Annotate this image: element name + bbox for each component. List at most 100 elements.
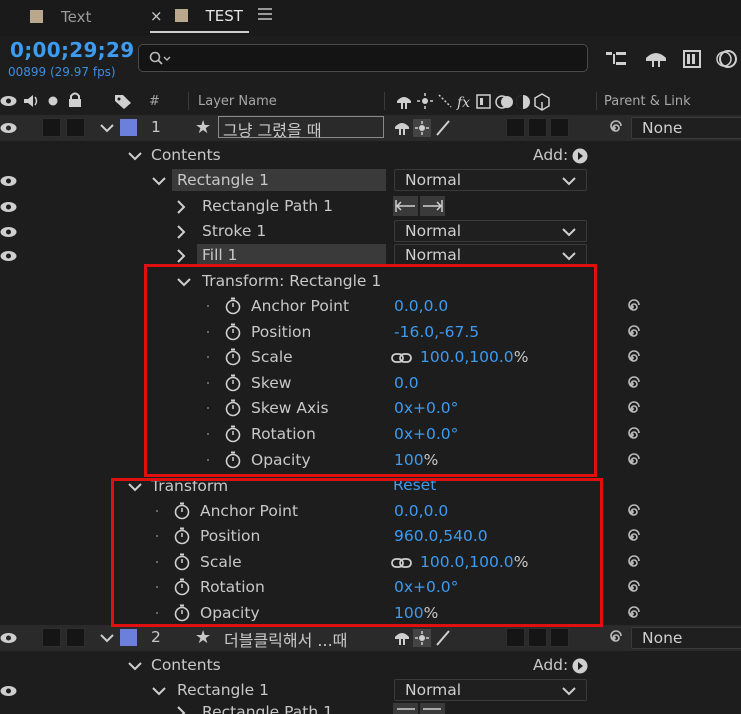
property-value[interactable]: 0.0 xyxy=(394,374,419,392)
timecode-display[interactable]: 0;00;29;29 xyxy=(10,38,134,62)
lock-switch[interactable] xyxy=(66,628,85,647)
solo-switch[interactable] xyxy=(42,118,61,137)
property-row[interactable]: Anchor Point 0.0,0.0 xyxy=(0,499,741,524)
expression-pick-whip-icon[interactable] xyxy=(623,324,641,342)
col-layer-name[interactable]: Layer Name xyxy=(198,94,277,109)
stopwatch-icon[interactable] xyxy=(224,451,242,469)
chevron-down-icon[interactable] xyxy=(177,277,191,287)
solo-dot-icon[interactable] xyxy=(48,96,58,106)
switch-box[interactable] xyxy=(550,118,569,137)
switch-box[interactable] xyxy=(528,628,547,647)
property-row[interactable]: Anchor Point 0.0,0.0 xyxy=(0,294,741,319)
visibility-eye-icon[interactable] xyxy=(0,685,17,697)
stopwatch-icon[interactable] xyxy=(173,553,191,571)
property-row[interactable]: Opacity 100% xyxy=(0,448,741,473)
rect-path-row[interactable]: Rectangle Path 1 xyxy=(0,703,741,714)
property-value[interactable]: 100.0,100.0% xyxy=(420,348,528,366)
stopwatch-icon[interactable] xyxy=(224,399,242,417)
property-row[interactable]: Scale 100.0,100.0% xyxy=(0,550,741,575)
visibility-eye-icon[interactable] xyxy=(0,250,17,262)
layer-name-field[interactable]: 그냥 그렸을 때 xyxy=(218,116,384,140)
label-color-swatch[interactable] xyxy=(120,119,137,136)
expression-pick-whip-icon[interactable] xyxy=(623,298,641,316)
layer-row-2[interactable]: 2 ★ 더블클릭해서 ...때 None xyxy=(0,625,741,651)
contents-row[interactable]: Contents Add: xyxy=(0,653,741,678)
expression-pick-whip-icon[interactable] xyxy=(623,579,641,597)
visibility-eye-icon[interactable] xyxy=(0,632,17,644)
stopwatch-icon[interactable] xyxy=(224,348,242,366)
expression-pick-whip-icon[interactable] xyxy=(623,375,641,393)
stopwatch-icon[interactable] xyxy=(224,425,242,443)
parent-select[interactable]: None xyxy=(631,117,741,139)
chevron-right-icon[interactable] xyxy=(176,200,186,214)
expression-pick-whip-icon[interactable] xyxy=(623,349,641,367)
add-play-icon[interactable] xyxy=(572,148,588,164)
property-row[interactable]: Rotation 0x+0.0° xyxy=(0,422,741,447)
constrain-proportions-icon[interactable] xyxy=(391,351,413,365)
tab-text[interactable]: Text xyxy=(30,0,91,33)
video-eye-icon[interactable] xyxy=(0,95,17,107)
expression-pick-whip-icon[interactable] xyxy=(623,528,641,546)
tab-test[interactable]: × TEST xyxy=(150,0,249,33)
property-row[interactable]: Scale 100.0,100.0% xyxy=(0,345,741,370)
label-color-swatch[interactable] xyxy=(120,629,137,646)
panel-menu-icon[interactable] xyxy=(258,8,272,20)
lock-icon[interactable] xyxy=(68,92,82,108)
visibility-eye-icon[interactable] xyxy=(0,201,17,213)
property-row[interactable]: Position 960.0,540.0 xyxy=(0,524,741,549)
property-value[interactable]: 100% xyxy=(394,451,438,469)
stopwatch-icon[interactable] xyxy=(173,527,191,545)
stopwatch-icon[interactable] xyxy=(173,578,191,596)
frame-blending-icon[interactable] xyxy=(680,48,704,70)
expression-pick-whip-icon[interactable] xyxy=(623,503,641,521)
chevron-down-icon[interactable] xyxy=(152,686,166,696)
chevron-down-icon[interactable] xyxy=(100,633,114,643)
path-direction-icon[interactable] xyxy=(393,703,447,714)
parent-select[interactable]: None xyxy=(631,627,741,649)
constrain-proportions-icon[interactable] xyxy=(391,556,413,570)
blend-mode-select[interactable]: Normal xyxy=(394,244,587,266)
rect-path-row[interactable]: Rectangle Path 1 xyxy=(0,194,741,219)
add-play-icon[interactable] xyxy=(572,658,588,674)
stopwatch-icon[interactable] xyxy=(173,604,191,622)
layer-name[interactable]: 더블클릭해서 ...때 xyxy=(224,627,347,651)
blend-mode-select[interactable]: Normal xyxy=(394,169,587,191)
search-input[interactable] xyxy=(138,44,588,72)
chevron-right-icon[interactable] xyxy=(176,225,186,239)
pick-whip-icon[interactable] xyxy=(605,629,623,647)
stopwatch-icon[interactable] xyxy=(173,502,191,520)
transform-row[interactable]: Transform Reset xyxy=(0,474,741,499)
visibility-eye-icon[interactable] xyxy=(0,122,17,134)
expression-pick-whip-icon[interactable] xyxy=(623,605,641,623)
property-value[interactable]: 0.0,0.0 xyxy=(394,297,448,315)
switch-box[interactable] xyxy=(506,628,525,647)
chevron-down-icon[interactable] xyxy=(128,482,142,492)
chevron-down-icon[interactable] xyxy=(152,176,166,186)
blend-mode-select[interactable]: Normal xyxy=(394,220,587,242)
property-value[interactable]: 100% xyxy=(394,604,438,622)
close-icon[interactable]: × xyxy=(150,7,163,25)
expression-pick-whip-icon[interactable] xyxy=(623,426,641,444)
property-row[interactable]: Rotation 0x+0.0° xyxy=(0,575,741,600)
blend-mode-select[interactable]: Normal xyxy=(394,679,587,701)
property-value[interactable]: -16.0,-67.5 xyxy=(394,323,479,341)
switch-box[interactable] xyxy=(506,118,525,137)
transform-rect-row[interactable]: Transform: Rectangle 1 xyxy=(0,269,741,294)
reset-link[interactable]: Reset xyxy=(393,476,436,494)
motion-blur-icon[interactable] xyxy=(714,48,740,70)
layer-switches[interactable] xyxy=(393,629,457,647)
property-value[interactable]: 100.0,100.0% xyxy=(420,553,528,571)
contents-row[interactable]: Contents Add: xyxy=(0,143,741,168)
switch-box[interactable] xyxy=(550,628,569,647)
property-value[interactable]: 960.0,540.0 xyxy=(394,527,488,545)
visibility-eye-icon[interactable] xyxy=(0,226,17,238)
stopwatch-icon[interactable] xyxy=(224,374,242,392)
property-row[interactable]: Opacity 100% xyxy=(0,601,741,626)
layer-row-1[interactable]: 1 ★ 그냥 그렸을 때 None xyxy=(0,115,741,141)
rectangle-group-row[interactable]: Rectangle 1 Normal xyxy=(0,678,741,703)
visibility-eye-icon[interactable] xyxy=(0,175,17,187)
chevron-down-icon[interactable] xyxy=(100,123,114,133)
label-tag-icon[interactable] xyxy=(114,93,132,109)
chevron-right-icon[interactable] xyxy=(176,249,186,263)
property-value[interactable]: 0x+0.0° xyxy=(394,399,458,417)
